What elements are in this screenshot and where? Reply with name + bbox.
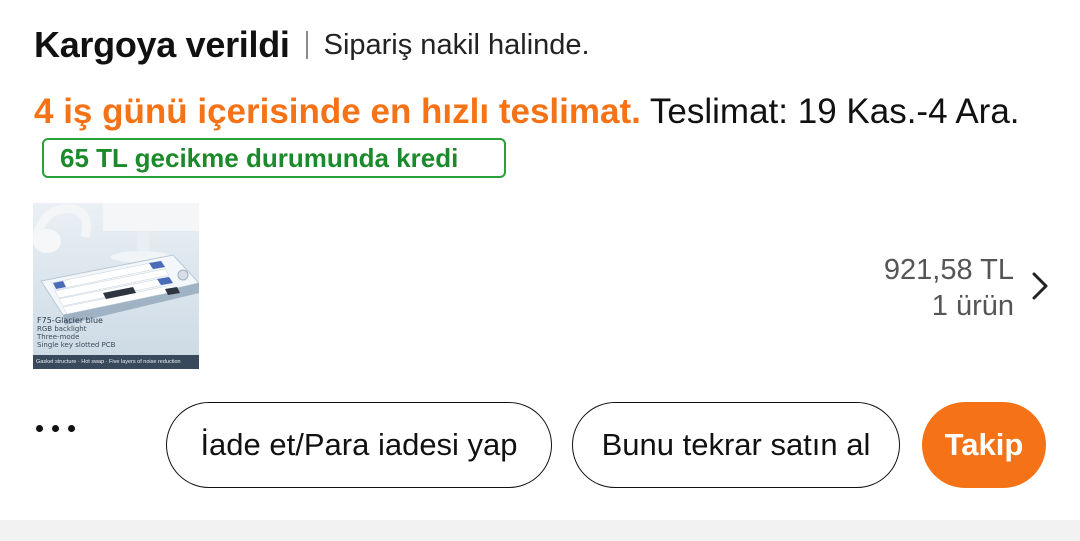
track-button[interactable]: Takip [922, 402, 1046, 488]
order-status-subtitle: Sipariş nakil halinde. [323, 28, 590, 61]
delivery-info: 4 iş günü içerisinde en hızlı teslimat. … [34, 88, 1044, 182]
delay-credit-badge: 65 TL gecikme durumunda kredi [42, 138, 507, 178]
thumb-feature: RGB backlight [37, 325, 87, 333]
product-thumbnail[interactable]: F75-Glacier blue RGB backlight Three-mod… [33, 203, 199, 369]
more-options-icon[interactable] [36, 425, 75, 432]
buy-again-button[interactable]: Bunu tekrar satın al [572, 402, 900, 488]
status-divider [305, 31, 308, 59]
thumbnail-footer: Gasket structure · Hot swap · Five layer… [33, 355, 199, 369]
chevron-right-icon[interactable] [1030, 270, 1050, 302]
thumb-feature: Three-mode [37, 333, 80, 341]
fast-delivery-text: 4 iş günü içerisinde en hızlı teslimat. [34, 92, 641, 131]
refund-button[interactable]: İade et/Para iadesi yap [166, 402, 552, 488]
order-summary[interactable]: 921,58 TL 1 ürün [884, 252, 1014, 324]
order-quantity: 1 ürün [931, 290, 1014, 322]
thumb-feature: Single key slotted PCB [37, 341, 116, 349]
order-status-title: Kargoya verildi [34, 24, 290, 65]
thumb-model: F75 [37, 316, 52, 325]
order-status-header: Kargoya verildi Sipariş nakil halinde. [34, 22, 590, 68]
thumbnail-caption: F75-Glacier blue RGB backlight Three-mod… [37, 316, 115, 349]
thumb-variant: -Glacier blue [51, 316, 103, 325]
delivery-date-text: Teslimat: 19 Kas.-4 Ara. [640, 92, 1020, 131]
order-price: 921,58 TL [883, 254, 1014, 286]
section-divider [0, 520, 1080, 541]
